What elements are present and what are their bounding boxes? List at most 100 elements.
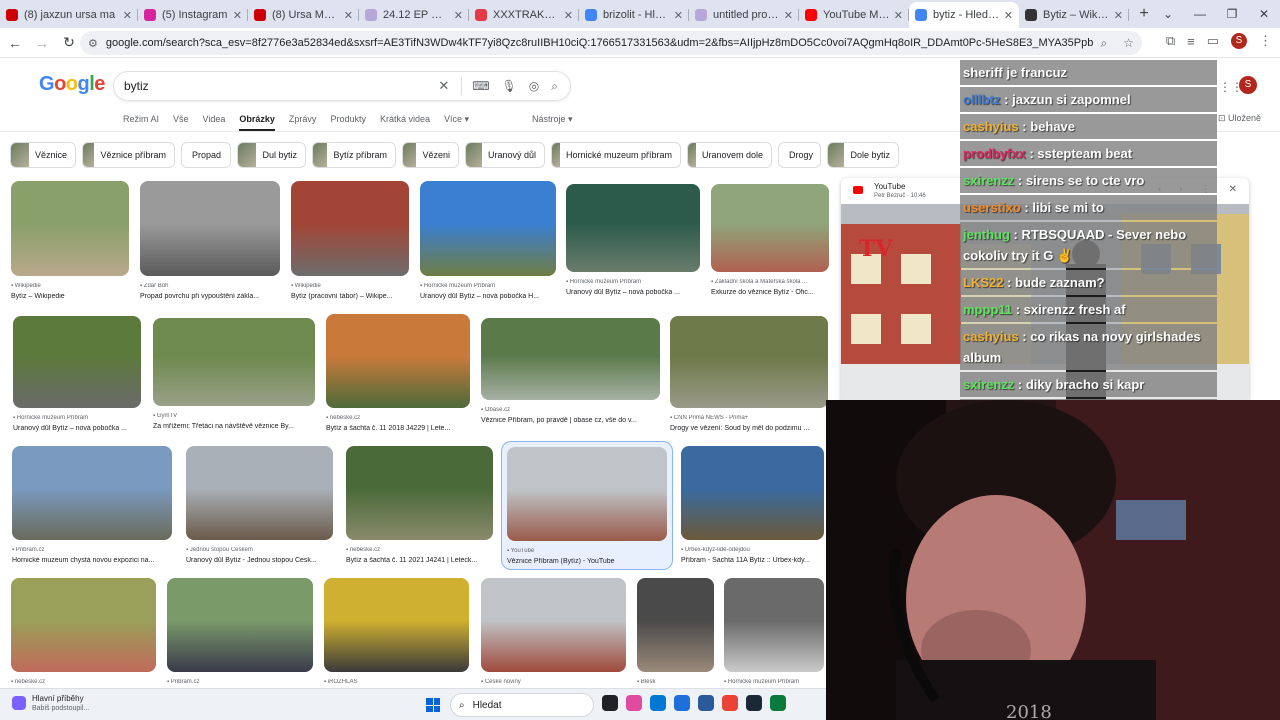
site-info-icon[interactable]: ⚙ <box>88 37 98 50</box>
forward-icon[interactable]: → <box>30 35 54 51</box>
search-input[interactable]: bytiz <box>124 79 438 93</box>
related-chip[interactable]: Věznice <box>10 142 76 168</box>
zoom-icon[interactable]: ⌕ <box>1101 36 1108 51</box>
image-result[interactable] <box>12 446 172 540</box>
tab-close-icon[interactable]: ✕ <box>564 9 573 22</box>
browser-profile-avatar[interactable]: S <box>1231 33 1247 49</box>
taskbar-app-icon[interactable] <box>602 695 618 711</box>
search-icon[interactable]: ⌕ <box>551 79 558 94</box>
image-result[interactable] <box>566 184 700 272</box>
related-chip[interactable]: Hornické muzeum příbram <box>551 142 681 168</box>
related-chip[interactable]: Vězeni <box>402 142 459 168</box>
image-result[interactable] <box>153 318 315 406</box>
filter-tab[interactable]: Videa <box>203 114 226 131</box>
related-chip[interactable]: Dul bytiz <box>237 142 306 168</box>
image-source[interactable]: ▪ Hornické muzeum Příbram <box>724 679 830 685</box>
saved-link[interactable]: ⊡ Uloženě <box>1218 113 1261 124</box>
image-result[interactable] <box>670 316 828 408</box>
image-source[interactable]: ▪ nebeske.cz <box>346 547 499 553</box>
image-caption[interactable]: Bytíz – Wikipedie <box>11 293 133 300</box>
image-caption[interactable]: Za mřížemi: Třetáci na návštěvě věznice … <box>153 423 319 430</box>
menu-icon[interactable]: ⋮ <box>1259 33 1272 49</box>
filter-tab[interactable]: Produkty <box>330 114 366 131</box>
taskbar-app-icon[interactable] <box>650 695 666 711</box>
image-caption[interactable]: Uranový důl Bytíz – nová pobočka ... <box>13 425 145 432</box>
image-source[interactable]: ▪ Základní škola a Mateřská škola ... <box>711 279 835 285</box>
image-caption[interactable]: Hornické muzeum chystá novou expozici na… <box>12 557 176 564</box>
back-icon[interactable]: ← <box>3 35 27 51</box>
image-source[interactable]: ▪ Obase.cz <box>481 407 666 413</box>
image-result[interactable] <box>637 578 714 672</box>
image-source[interactable]: ▪ Urbex-kdyz-lide-odejdou <box>681 547 830 553</box>
image-result[interactable] <box>186 446 333 540</box>
related-chip[interactable]: Uranový důl <box>465 142 545 168</box>
image-source[interactable]: ▪ nebeske.cz <box>326 415 476 421</box>
filter-tab[interactable]: Zprávy <box>289 114 317 131</box>
browser-tab[interactable]: (8) jaxzun ursa ma ✕ <box>0 2 138 28</box>
image-caption[interactable]: Bytíz a šachta č. 11 2018 J4229 | Lete..… <box>326 425 474 432</box>
browser-tab[interactable]: Bytiz – Wikipedie ✕ <box>1019 2 1129 28</box>
media-icon[interactable]: ≡ <box>1187 34 1195 49</box>
image-result[interactable] <box>167 578 313 672</box>
tab-close-icon[interactable]: ✕ <box>674 9 683 22</box>
image-source[interactable]: ▪ Jednou stopou Českem <box>186 547 339 553</box>
image-caption[interactable]: Věznice Příbram (Bytíz) - YouTube <box>507 558 671 565</box>
filter-tab[interactable]: Režim AI <box>123 114 159 131</box>
browser-tab[interactable]: untitled project ✕ <box>689 2 799 28</box>
maximize-icon[interactable]: ❐ <box>1216 0 1248 28</box>
image-source[interactable]: ▪ nebeske.cz <box>11 679 162 685</box>
search-box[interactable]: bytiz ✕ ⌨ 🎙 ◎ ⌕ <box>113 71 571 101</box>
image-source[interactable]: ▪ Pribram.cz <box>12 547 178 553</box>
tab-close-icon[interactable]: ✕ <box>1114 9 1123 22</box>
google-logo[interactable]: Google <box>39 73 105 96</box>
image-result[interactable] <box>326 314 470 408</box>
image-result[interactable] <box>711 184 829 272</box>
related-chip[interactable]: Drogy <box>778 142 821 168</box>
image-source[interactable]: ▪ YouTube <box>507 548 673 554</box>
image-caption[interactable]: Věznice Příbram, po pravdě | obase cz, v… <box>481 417 664 424</box>
image-result[interactable] <box>481 578 626 672</box>
image-result[interactable] <box>140 181 280 276</box>
taskbar-app-icon[interactable] <box>626 695 642 711</box>
related-chip[interactable]: Věznice příbram <box>82 142 175 168</box>
browser-tab[interactable]: XXXTRAKTOR - A ✕ <box>469 2 579 28</box>
image-caption[interactable]: Exkurze do věznice Bytíz - Ofic... <box>711 289 833 296</box>
windows-start-icon[interactable] <box>426 698 440 712</box>
minimize-icon[interactable]: — <box>1184 0 1216 28</box>
microphone-icon[interactable]: 🎙 <box>502 79 517 93</box>
browser-tab[interactable]: YouTube Music ✕ <box>799 2 909 28</box>
filter-tab[interactable]: Více ▾ <box>444 114 469 131</box>
google-profile-avatar[interactable]: S <box>1239 76 1257 94</box>
taskbar-app-icon[interactable] <box>722 695 738 711</box>
image-source[interactable]: ▪ iROZHLAS <box>324 679 475 685</box>
address-bar[interactable]: ⚙ google.com/search?sca_esv=8f2776e3a528… <box>80 31 1142 55</box>
taskbar-app-icon[interactable] <box>674 695 690 711</box>
related-chip[interactable]: Propad <box>181 142 231 168</box>
image-result[interactable] <box>11 578 156 672</box>
browser-tab[interactable]: (5) Instagram ✕ <box>138 2 248 28</box>
related-chip[interactable]: Uranovem dole <box>687 142 772 168</box>
reload-icon[interactable]: ↻ <box>57 34 81 51</box>
lens-icon[interactable]: ◎ <box>529 79 539 93</box>
image-caption[interactable]: Propad povrchu při vypouštění zákla... <box>140 293 284 300</box>
tab-search-icon[interactable]: ⌄ <box>1152 0 1184 28</box>
filter-tab[interactable]: Obrázky <box>239 114 275 131</box>
image-caption[interactable]: Uranový důl Bytíz - Jednou stopou Česk..… <box>186 557 337 564</box>
taskbar-app-icon[interactable] <box>770 695 786 711</box>
image-source[interactable]: ▪ Blesk <box>637 679 720 685</box>
image-result[interactable] <box>291 181 409 276</box>
image-source[interactable]: ▪ Hornické muzeum Příbram <box>13 415 147 421</box>
image-caption[interactable]: Bytíz a šachta č. 11 2021 J4241 | Leteck… <box>346 557 497 564</box>
browser-tab[interactable]: bytiz - Hledat Go ✕ <box>909 2 1019 28</box>
image-caption[interactable]: Uranový důl Bytíz – nová pobočka H... <box>420 293 560 300</box>
filter-tab[interactable]: Krátká videa <box>380 114 430 131</box>
related-chip[interactable]: Bytíz příbram <box>312 142 396 168</box>
taskbar-search[interactable]: ⌕ Hledat <box>450 693 594 717</box>
image-caption[interactable]: Drogy ve vězení: Soud by měl do podzimu … <box>670 425 832 432</box>
related-chip[interactable]: Dole bytiz <box>827 142 899 168</box>
image-result[interactable] <box>13 316 141 408</box>
keyboard-icon[interactable]: ⌨ <box>472 79 489 93</box>
image-result[interactable] <box>507 447 667 541</box>
image-caption[interactable]: Bytíz (pracovní tábor) – Wikipe... <box>291 293 413 300</box>
image-result[interactable] <box>324 578 469 672</box>
